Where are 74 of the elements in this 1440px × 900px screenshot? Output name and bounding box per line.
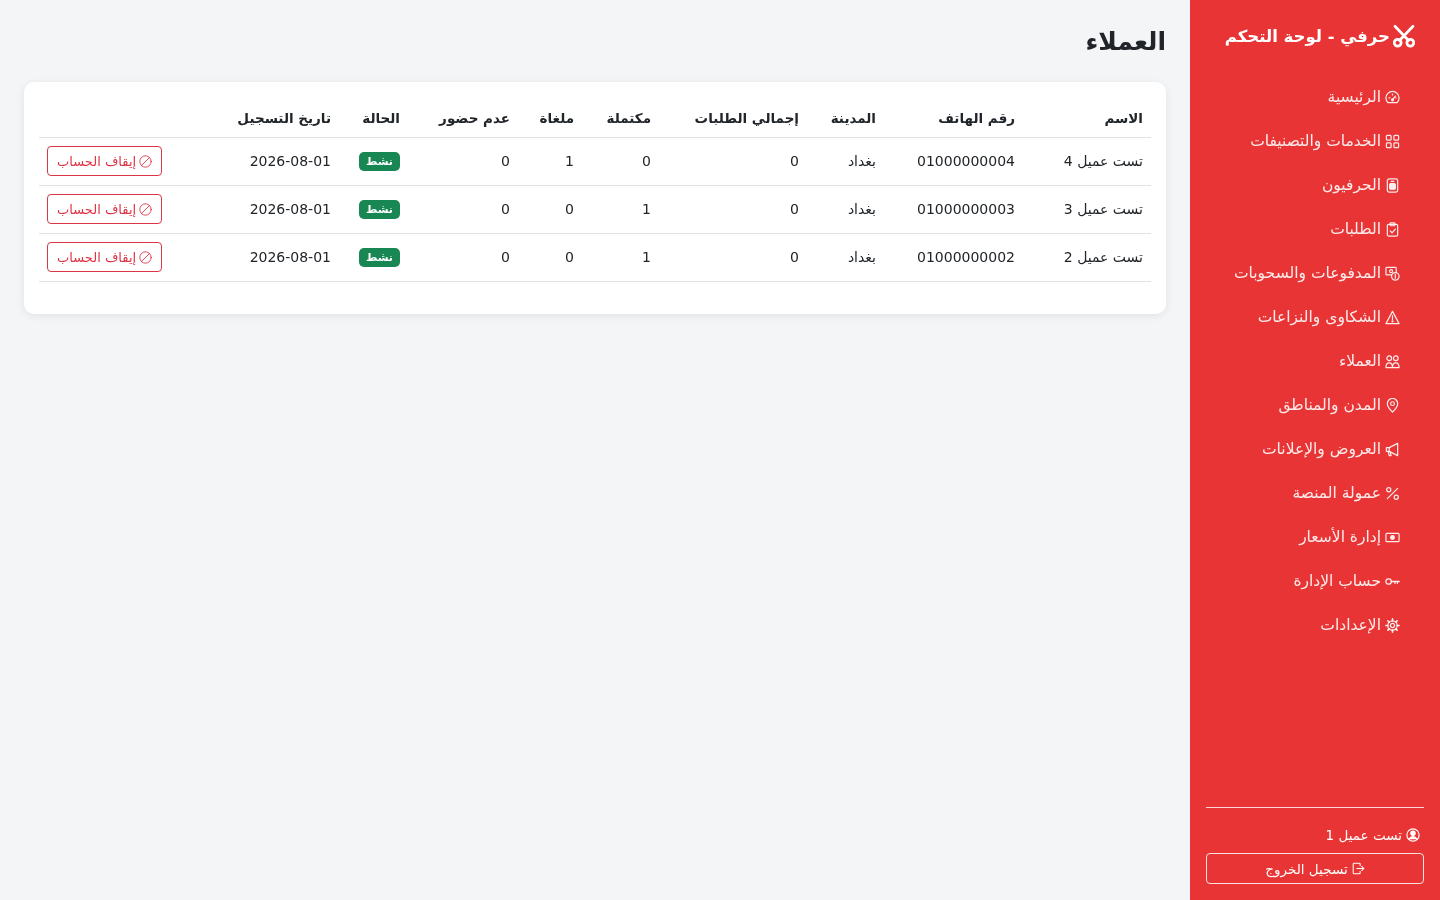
warning-icon	[1385, 309, 1400, 325]
table-cell: بغداد	[807, 233, 884, 281]
scissors-icon	[1392, 24, 1416, 48]
sidebar-link[interactable]: الشكاوى والنزاعات	[1206, 295, 1424, 339]
brand-title: حرفي - لوحة التحكم	[1224, 26, 1390, 46]
table-cell: 0	[518, 233, 582, 281]
page-title: العملاء	[1084, 26, 1166, 58]
key-icon	[1385, 577, 1400, 585]
clipboard-check-icon	[1385, 221, 1400, 237]
logout-icon	[1351, 862, 1365, 875]
suspend-button[interactable]: إيقاف الحساب	[47, 242, 163, 272]
sidebar-link[interactable]: الخدمات والتصنيفات	[1206, 119, 1424, 163]
column-header: تاريخ التسجيل	[173, 99, 339, 137]
sidebar-link[interactable]: الطلبات	[1206, 207, 1424, 251]
table-cell: 2026-08-01	[173, 185, 339, 233]
table-cell: 01000000004	[884, 137, 1023, 185]
table-cell: بغداد	[807, 185, 884, 233]
gear-icon	[1385, 617, 1400, 633]
map-pin-icon	[1385, 397, 1400, 413]
id-badge-icon	[1385, 177, 1400, 193]
table-cell: 0	[408, 185, 518, 233]
column-header: الاسم	[1023, 99, 1151, 137]
table-cell: بغداد	[807, 137, 884, 185]
table-cell: 2026-08-01	[173, 233, 339, 281]
suspend-button[interactable]: إيقاف الحساب	[47, 194, 163, 224]
table-cell: 01000000002	[884, 233, 1023, 281]
sidebar-link[interactable]: إدارة الأسعار	[1206, 515, 1424, 559]
user-name: تست عميل 1	[1325, 827, 1402, 843]
status-badge: نشط	[358, 151, 400, 171]
column-header: مكتملة	[582, 99, 659, 137]
table-cell: 0	[408, 137, 518, 185]
table-cell: 0	[518, 185, 582, 233]
sidebar-link[interactable]: العروض والإعلانات	[1206, 427, 1424, 471]
logout-button[interactable]: تسجيل الخروج	[1206, 853, 1424, 884]
table-cell: 0	[659, 137, 807, 185]
grid-icon	[1385, 133, 1400, 149]
table-cell: 1	[518, 137, 582, 185]
column-header: ملغاة	[518, 99, 582, 137]
sidebar-link[interactable]: المدفوعات والسحوبات	[1206, 251, 1424, 295]
ban-icon	[139, 202, 153, 216]
sidebar-link[interactable]: الحرفيون	[1206, 163, 1424, 207]
table-cell: 0	[582, 137, 659, 185]
column-header: عدم حضور	[408, 99, 518, 137]
table-cell: 01000000003	[884, 185, 1023, 233]
table-cell: تست عميل 3	[1023, 185, 1151, 233]
column-header: المدينة	[807, 99, 884, 137]
sidebar-link[interactable]: العملاء	[1206, 339, 1424, 383]
ban-icon	[139, 154, 153, 168]
column-header: الحالة	[339, 99, 408, 137]
sidebar-link[interactable]: الإعدادات	[1206, 603, 1424, 647]
sidebar-link[interactable]: عمولة المنصة	[1206, 471, 1424, 515]
table-cell: 0	[408, 233, 518, 281]
sidebar-link[interactable]: الرئيسية	[1206, 75, 1424, 119]
table-cell: تست عميل 4	[1023, 137, 1151, 185]
column-header: رقم الهاتف	[884, 99, 1023, 137]
table-cell: 1	[582, 233, 659, 281]
table-cell: 1	[582, 185, 659, 233]
status-badge: نشط	[358, 199, 400, 219]
table-cell: 0	[659, 233, 807, 281]
user-circle-icon	[1406, 828, 1420, 842]
sidebar-link[interactable]: حساب الإدارة	[1206, 559, 1424, 603]
status-badge: نشط	[358, 247, 400, 267]
cash-coin-icon	[1385, 265, 1400, 281]
megaphone-icon	[1385, 441, 1400, 457]
table-cell: 0	[659, 185, 807, 233]
sidebar-link[interactable]: المدن والمناطق	[1206, 383, 1424, 427]
table-cell: تست عميل 2	[1023, 233, 1151, 281]
percent-icon	[1385, 485, 1400, 501]
people-icon	[1385, 353, 1400, 369]
ban-icon	[139, 250, 153, 264]
table-cell: 2026-08-01	[173, 137, 339, 185]
gauge-icon	[1385, 89, 1400, 105]
column-header: إجمالي الطلبات	[659, 99, 807, 137]
suspend-button[interactable]: إيقاف الحساب	[47, 146, 163, 176]
